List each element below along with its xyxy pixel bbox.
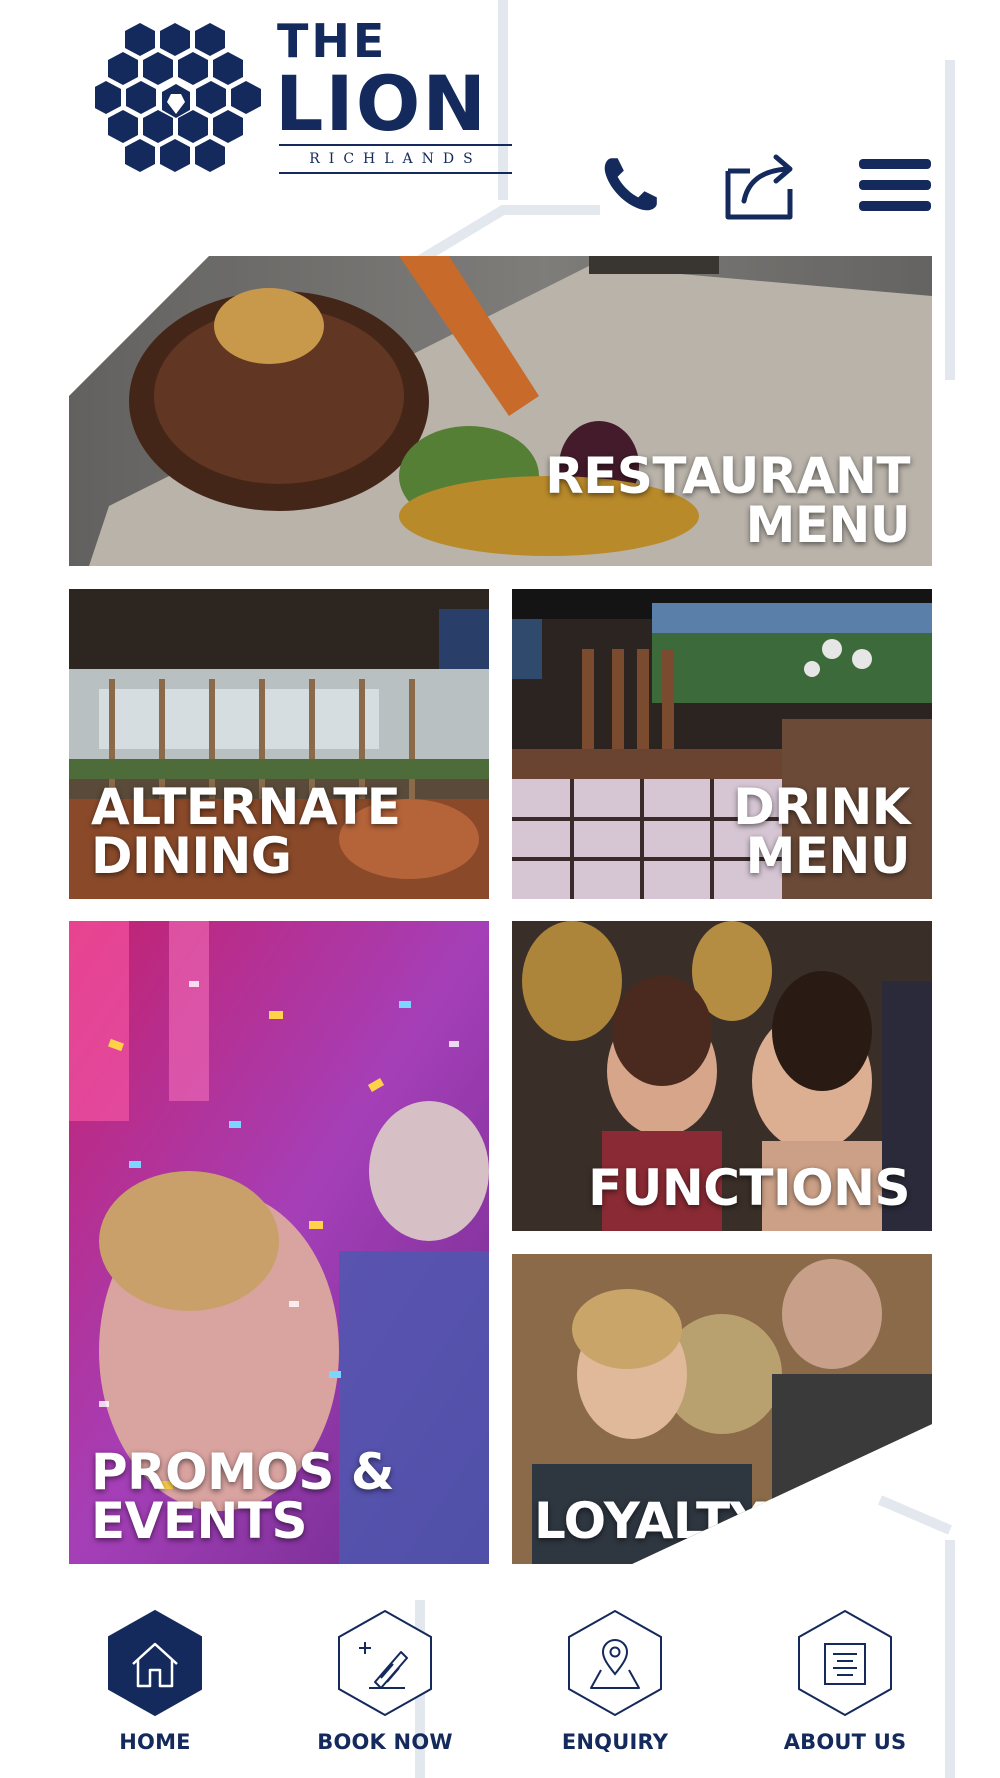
pencil-book-icon <box>338 1609 432 1717</box>
tile-label-line: RESTAURANT <box>545 447 910 505</box>
map-pin-icon <box>568 1609 662 1717</box>
menu-button[interactable] <box>855 145 935 225</box>
lion-hexagon-logo-mark <box>95 23 261 172</box>
restaurant-menu-label: RESTAURANT MENU <box>545 447 911 554</box>
share-icon <box>725 154 793 220</box>
drink-menu-label: DRINK MENU <box>733 778 911 885</box>
nav-book-now-label: BOOK NOW <box>317 1730 453 1754</box>
tile-label-line: MENU <box>745 496 911 554</box>
brand-name-line1: THE <box>277 14 388 68</box>
tile-label-line: DRINK <box>733 778 910 836</box>
functions-tile[interactable]: FUNCTIONS <box>512 921 932 1231</box>
document-lines-icon <box>798 1609 892 1717</box>
nav-enquiry-label: ENQUIRY <box>561 1730 669 1754</box>
bottom-navigation: HOME BOOK NOW ENQUIRY ABOUT US <box>0 1600 1000 1778</box>
functions-label: FUNCTIONS <box>588 1159 910 1217</box>
phone-button[interactable] <box>590 145 670 225</box>
hamburger-menu-icon <box>859 159 931 211</box>
brand-name-line2: LION <box>275 59 488 148</box>
nav-home[interactable]: HOME <box>55 1608 255 1768</box>
tile-label-line: LOYALTY <box>534 1492 766 1550</box>
nav-home-label: HOME <box>119 1730 191 1754</box>
tile-label-line: DINING <box>91 827 292 885</box>
header: THE LION RICHLANDS <box>0 0 1000 240</box>
brand-location: RICHLANDS <box>309 151 482 167</box>
promos-events-tile[interactable]: PROMOS & EVENTS <box>69 921 489 1564</box>
loyalty-tile[interactable]: LOYALTY <box>512 1254 932 1564</box>
restaurant-menu-tile[interactable]: RESTAURANT MENU <box>69 256 932 566</box>
nav-about-us[interactable]: ABOUT US <box>745 1608 945 1768</box>
promos-events-label: PROMOS & EVENTS <box>91 1443 394 1550</box>
nav-book-now[interactable]: BOOK NOW <box>285 1608 485 1768</box>
share-button[interactable] <box>720 145 800 225</box>
loyalty-label: LOYALTY <box>534 1492 766 1550</box>
alternate-dining-label: ALTERNATE DINING <box>91 778 401 885</box>
logo-divider <box>279 172 512 174</box>
logo-divider <box>279 144 512 146</box>
home-icon <box>108 1609 202 1717</box>
alternate-dining-tile[interactable]: ALTERNATE DINING <box>69 589 489 899</box>
phone-icon <box>604 158 657 211</box>
drink-menu-tile[interactable]: DRINK MENU <box>512 589 932 899</box>
tile-label-line: MENU <box>745 827 911 885</box>
tile-label-line: ALTERNATE <box>91 778 401 836</box>
tile-label-line: FUNCTIONS <box>588 1159 910 1217</box>
tile-label-line: PROMOS & <box>91 1443 394 1501</box>
brand-logo[interactable]: THE LION RICHLANDS <box>95 18 515 178</box>
nav-about-us-label: ABOUT US <box>783 1730 907 1754</box>
nav-enquiry[interactable]: ENQUIRY <box>515 1608 715 1768</box>
tile-label-line: EVENTS <box>91 1492 307 1550</box>
